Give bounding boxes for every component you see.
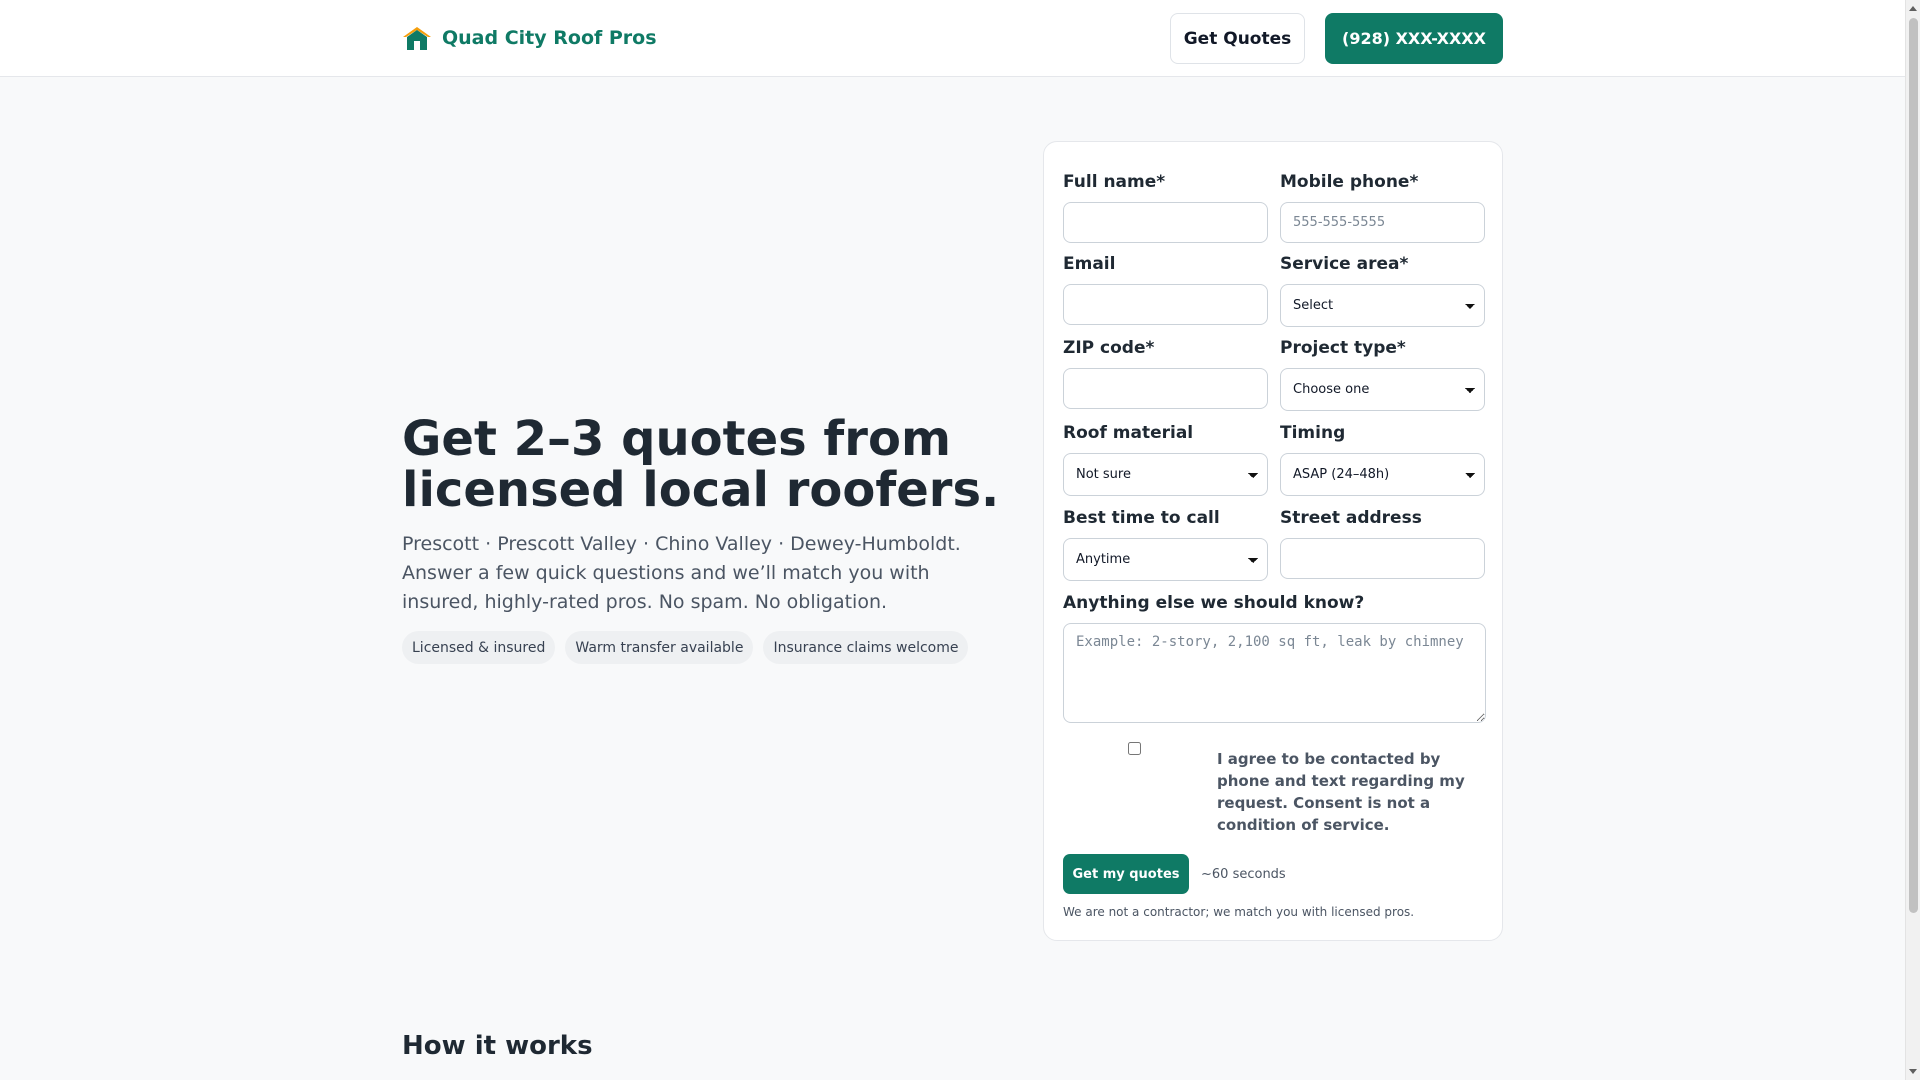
zip-code-label: ZIP code* xyxy=(1063,338,1155,358)
service-area-group: Service area* Select xyxy=(1280,254,1485,327)
get-quotes-button[interactable]: Get Quotes xyxy=(1170,13,1305,64)
street-address-group: Street address xyxy=(1280,508,1485,579)
hero-subtitle: Prescott · Prescott Valley · Chino Valle… xyxy=(402,533,961,613)
zip-code-group: ZIP code* xyxy=(1063,338,1268,409)
project-type-group: Project type* Choose one xyxy=(1280,338,1485,411)
email-input[interactable] xyxy=(1063,284,1268,325)
notes-group: Anything else we should know? xyxy=(1063,593,1486,727)
hero-title: Get 2–3 quotes from licensed local roofe… xyxy=(402,411,1000,518)
roof-material-group: Roof material Not sure xyxy=(1063,423,1268,496)
full-name-label: Full name* xyxy=(1063,172,1166,192)
project-type-select[interactable]: Choose one xyxy=(1280,368,1485,411)
consent-text: I agree to be contacted by phone and tex… xyxy=(1217,750,1465,834)
mobile-phone-input[interactable] xyxy=(1280,202,1485,243)
notes-textarea[interactable] xyxy=(1063,623,1486,723)
best-time-select[interactable]: Anytime xyxy=(1063,538,1268,581)
phone-button[interactable]: (928) XXX-XXXX xyxy=(1325,13,1503,64)
timing-select[interactable]: ASAP (24–48h) xyxy=(1280,453,1485,496)
service-area-select[interactable]: Select xyxy=(1280,284,1485,327)
timing-label: Timing xyxy=(1280,423,1346,443)
consent-checkbox[interactable] xyxy=(1128,742,1141,755)
house-icon xyxy=(403,27,431,50)
disclaimer: We are not a contractor; we match you wi… xyxy=(1063,905,1415,919)
brand[interactable]: Quad City Roof Pros xyxy=(402,24,657,52)
quote-form: Full name* Mobile phone* Email Service a… xyxy=(1043,141,1503,941)
scroll-down-arrow-icon[interactable] xyxy=(1909,1069,1917,1074)
best-time-group: Best time to call Anytime xyxy=(1063,508,1268,581)
badge-insurance-claims: Insurance claims welcome xyxy=(763,631,969,664)
email-label: Email xyxy=(1063,254,1116,274)
site-header: Quad City Roof Pros Get Quotes (928) XXX… xyxy=(0,0,1905,77)
best-time-label: Best time to call xyxy=(1063,508,1220,528)
trust-badges: Licensed & insured Warm transfer availab… xyxy=(402,631,969,664)
mobile-phone-label: Mobile phone* xyxy=(1280,172,1419,192)
roof-material-label: Roof material xyxy=(1063,423,1194,443)
how-it-works-heading: How it works xyxy=(402,1031,593,1061)
zip-code-input[interactable] xyxy=(1063,368,1268,409)
street-address-label: Street address xyxy=(1280,508,1422,528)
page-scrollbar[interactable] xyxy=(1905,0,1920,1080)
service-area-label: Service area* xyxy=(1280,254,1409,274)
get-my-quotes-button[interactable]: Get my quotes xyxy=(1063,854,1189,894)
badge-warm-transfer: Warm transfer available xyxy=(565,631,754,664)
full-name-input[interactable] xyxy=(1063,202,1268,243)
submit-time-note: ~60 seconds xyxy=(1201,867,1286,882)
full-name-group: Full name* xyxy=(1063,172,1268,243)
project-type-label: Project type* xyxy=(1280,338,1406,358)
notes-label: Anything else we should know? xyxy=(1063,593,1365,613)
brand-name: Quad City Roof Pros xyxy=(442,27,657,49)
timing-group: Timing ASAP (24–48h) xyxy=(1280,423,1485,496)
email-group: Email xyxy=(1063,254,1268,325)
badge-licensed: Licensed & insured xyxy=(402,631,556,664)
scroll-thumb[interactable] xyxy=(1909,18,1918,913)
street-address-input[interactable] xyxy=(1280,538,1485,579)
mobile-phone-group: Mobile phone* xyxy=(1280,172,1485,243)
scroll-up-arrow-icon[interactable] xyxy=(1909,6,1917,11)
roof-material-select[interactable]: Not sure xyxy=(1063,453,1268,496)
